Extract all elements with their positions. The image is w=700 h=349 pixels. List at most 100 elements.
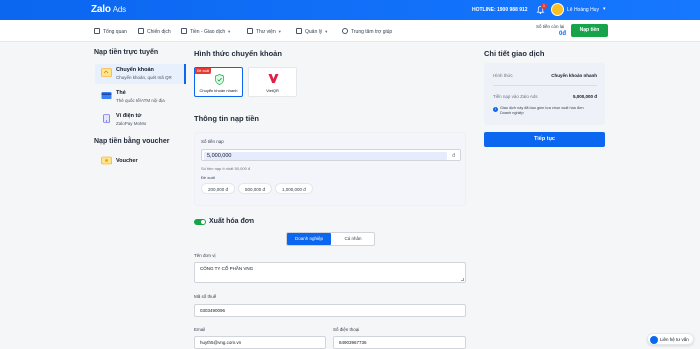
nav-item-label: Chiến dịch	[147, 29, 171, 35]
nav-item-library[interactable]: Thư viện ▼	[247, 28, 282, 35]
sidebar-item-subtitle: Thẻ quốc tế/ATM nội địa	[116, 98, 165, 103]
email-field[interactable]: huyth5@vng.com.vn	[194, 336, 326, 349]
nav-item-label: Trung tâm trợ giúp	[351, 29, 393, 35]
help-icon	[342, 28, 348, 34]
avatar[interactable]	[551, 3, 564, 16]
email-label: Email	[194, 327, 206, 332]
online-topup-title: Nạp tiền trực tuyến	[94, 49, 159, 56]
sidebar-item-title: Chuyển khoản	[116, 67, 154, 73]
amount-label: Số tiền nạp	[201, 139, 224, 144]
invoice-type-business[interactable]: Doanh nghiệp	[287, 233, 331, 245]
voucher-icon	[101, 156, 112, 165]
invoice-toggle[interactable]	[194, 219, 206, 225]
nav-item-manage[interactable]: Quản lý ▼	[296, 28, 328, 35]
amount-value: 5,000,000	[207, 153, 232, 159]
chevron-down-icon: ▼	[277, 29, 282, 34]
detail-note: Giao dịch này đã bao gồm lựa chọn xuất h…	[500, 106, 584, 115]
min-amount-note: Số tiền nạp ít nhất 50,000 đ	[201, 166, 251, 171]
transaction-detail-box: Hình thức Chuyển khoản nhanh Tiền nạp và…	[484, 63, 605, 125]
home-icon	[94, 28, 100, 34]
transaction-detail-title: Chi tiết giao dịch	[484, 49, 545, 58]
method-fast-transfer[interactable]: Đề xuất Chuyển khoản nhanh	[194, 67, 243, 97]
topup-info-card: Số tiền nạp 5,000,000 đ Số tiền nạp ít n…	[194, 132, 466, 206]
logo-main-text: Zalo	[91, 4, 111, 15]
sidebar-item-subtitle: ZaloPay MoMo	[116, 121, 147, 126]
method-label: VietQR	[266, 88, 279, 93]
divider	[493, 85, 597, 86]
invoice-title: Xuất hóa đơn	[209, 218, 255, 225]
vietqr-icon	[268, 74, 279, 83]
nav-item-label: Tổng quan	[103, 29, 127, 35]
amount-selection	[204, 152, 447, 160]
resize-handle-icon[interactable]	[461, 278, 464, 281]
nav-item-help[interactable]: Trung tâm trợ giúp	[342, 28, 392, 35]
detail-amount-label: Tiền nạp vào Zalo Ads	[493, 94, 538, 99]
phone-value: 84903967736	[339, 340, 367, 345]
detail-method-label: Hình thức	[493, 73, 513, 78]
detail-method-value: Chuyển khoản nhanh	[551, 73, 597, 78]
active-indicator	[184, 64, 186, 84]
currency-symbol: đ	[452, 153, 455, 159]
chevron-down-icon[interactable]: ▾	[603, 6, 606, 12]
transfer-method-title: Hình thức chuyển khoản	[194, 49, 282, 58]
continue-button[interactable]: Tiếp tục	[484, 132, 605, 147]
info-icon: i	[493, 107, 498, 112]
sidebar-item-card[interactable]: Thẻ Thẻ quốc tế/ATM nội địa	[95, 87, 186, 107]
consult-button[interactable]: Liên hệ tư vấn	[647, 333, 694, 345]
method-vietqr[interactable]: VietQR	[248, 67, 297, 97]
username[interactable]: Lê Hoàng Huy	[567, 7, 599, 13]
chat-icon	[650, 336, 658, 344]
unit-name-label: Tên đơn vị	[194, 253, 216, 258]
tax-code-label: Mã số thuế	[194, 294, 217, 299]
unit-name-field[interactable]: CÔNG TY CỔ PHẦN VNG	[194, 262, 466, 283]
sidebar-item-ewallet[interactable]: Ví điện tử ZaloPay MoMo	[95, 110, 186, 130]
suggest-chip[interactable]: 200,000 đ	[201, 183, 236, 194]
top-bar: Zalo Ads HOTLINE: 1900 988 912 1 Lê Hoàng…	[0, 0, 700, 20]
fast-transfer-icon	[215, 74, 224, 85]
grid-icon	[296, 28, 302, 34]
suggest-label: Đề xuất	[201, 175, 215, 180]
card-icon	[101, 92, 112, 99]
topup-info-title: Thông tin nạp tiền	[194, 114, 259, 123]
folder-icon	[247, 28, 253, 34]
wallet-icon	[181, 28, 187, 34]
logo-sub-text: Ads	[112, 5, 126, 14]
nav-item-label: Tiền - Giao dịch	[190, 29, 226, 35]
nav-item-overview[interactable]: Tổng quan	[94, 28, 127, 35]
suggest-chip[interactable]: 1,000,000 đ	[275, 183, 313, 194]
invoice-type-selector: Doanh nghiệp Cá nhân	[286, 232, 375, 246]
nav-item-campaigns[interactable]: Chiến dịch	[138, 28, 171, 35]
nav-item-label: Quản lý	[305, 29, 323, 35]
hotline-text: HOTLINE: 1900 988 912	[472, 7, 528, 13]
topup-button-label: Nạp tiền	[579, 27, 600, 33]
chevron-down-icon: ▼	[324, 29, 329, 34]
sidebar-item-title: Thẻ	[116, 90, 126, 96]
balance-label: Số tiền còn lại	[536, 24, 565, 29]
phone-field[interactable]: 84903967736	[333, 336, 466, 349]
recommended-tag: Đề xuất	[195, 68, 212, 74]
sidebar-item-voucher[interactable]: Voucher	[95, 152, 186, 172]
amount-input[interactable]: 5,000,000 đ	[201, 149, 461, 161]
megaphone-icon	[138, 28, 144, 34]
zalo-ads-logo[interactable]: Zalo Ads	[91, 4, 126, 15]
voucher-topup-title: Nạp tiền bằng voucher	[94, 138, 170, 145]
email-value: huyth5@vng.com.vn	[200, 340, 242, 345]
consult-label: Liên hệ tư vấn	[660, 337, 689, 342]
notification-badge: 1	[541, 3, 547, 9]
suggest-chip[interactable]: 500,000 đ	[238, 183, 273, 194]
ewallet-icon	[103, 114, 110, 123]
invoice-type-personal[interactable]: Cá nhân	[331, 233, 375, 245]
balance-value: 0đ	[559, 31, 567, 37]
detail-amount-value: 5,000,000 đ	[572, 94, 597, 99]
main-content: Hình thức chuyển khoản Đề xuất Chuyển kh…	[194, 42, 470, 349]
sidebar-item-bank-transfer[interactable]: Chuyển khoản Chuyển khoản, quét mã QR	[95, 64, 186, 84]
tax-code-field[interactable]: 0303490096	[194, 304, 466, 317]
chevron-down-icon: ▼	[227, 29, 232, 34]
sidebar-item-subtitle: Chuyển khoản, quét mã QR	[116, 75, 172, 80]
bank-transfer-icon	[101, 68, 112, 77]
toggle-knob	[201, 220, 205, 224]
unit-name-value: CÔNG TY CỔ PHẦN VNG	[200, 266, 254, 271]
topup-button[interactable]: Nạp tiền	[571, 24, 608, 37]
continue-button-label: Tiếp tục	[534, 136, 555, 142]
nav-item-finance[interactable]: Tiền - Giao dịch ▼	[181, 28, 231, 35]
